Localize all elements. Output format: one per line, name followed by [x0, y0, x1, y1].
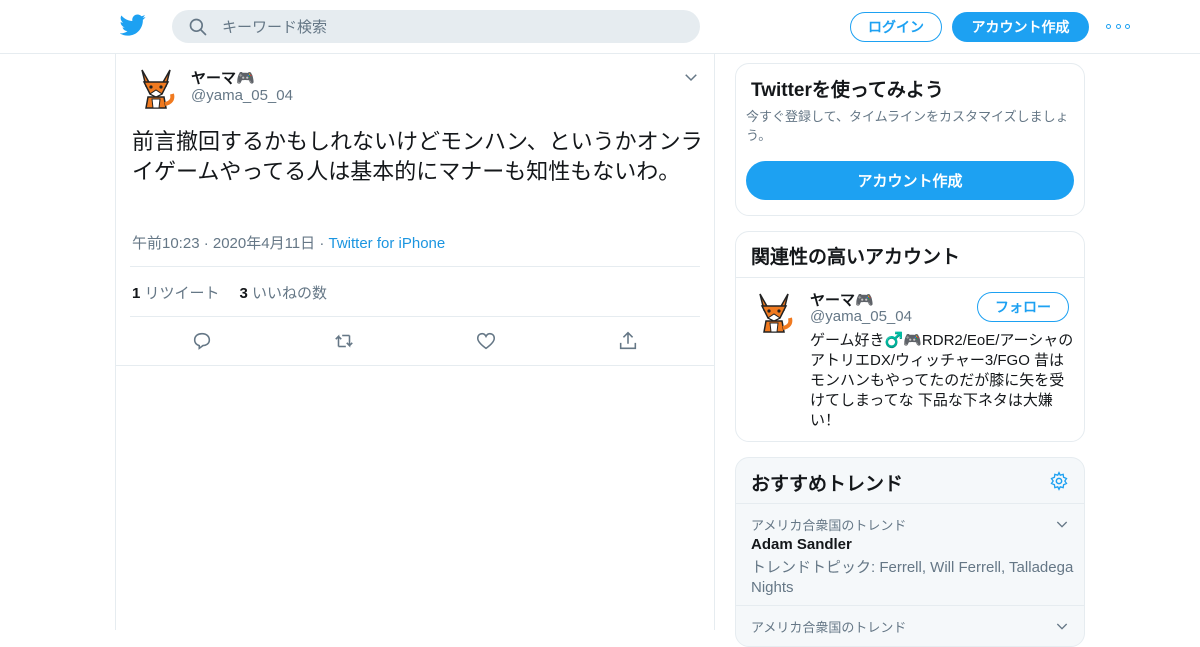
signup-button[interactable]: アカウント作成 [952, 12, 1089, 42]
tweet-meta: 午前10:23 · 2020年4月11日 · Twitter for iPhon… [132, 232, 445, 253]
dot [1115, 23, 1121, 29]
like-stat-label: いいねの数 [252, 285, 328, 302]
top-bar: ログイン アカウント作成 [0, 0, 1200, 54]
retweet-count: 1 [132, 285, 141, 302]
chevron-down-icon[interactable] [1054, 618, 1070, 634]
retweet-stat-label: リツイート [144, 285, 220, 302]
gear-icon[interactable] [1049, 471, 1069, 491]
display-name[interactable]: ヤーマ🎮 [191, 67, 255, 88]
search-input[interactable] [222, 10, 682, 43]
dot [1125, 23, 1130, 29]
trends-card: おすすめトレンド アメリカ合衆国のトレンド Adam Sandler トレンドト… [735, 457, 1085, 647]
signup-card-title: Twitterを使ってみよう [751, 80, 944, 101]
trend-context: アメリカ合衆国のトレンド [751, 519, 907, 534]
tweet-actions [116, 316, 714, 366]
signup-card: Twitterを使ってみよう 今すぐ登録して、タイムラインをカスタマイズしましょ… [735, 63, 1085, 216]
signup-card-description: 今すぐ登録して、タイムラインをカスタマイズしましょう。 [746, 110, 1069, 144]
retweet-icon[interactable] [333, 330, 355, 352]
trends-title: おすすめトレンド [751, 473, 904, 495]
meta-separator: · [315, 235, 329, 252]
more-options-icon[interactable] [1106, 16, 1130, 36]
trend-name[interactable]: Adam Sandler [751, 536, 852, 553]
related-bio: ゲーム好き♂️🎮RDR2/EoE/アーシャのアトリエDX/ウィッチャー3/FGO… [810, 332, 1074, 429]
reply-icon[interactable] [191, 330, 213, 352]
like-icon[interactable] [475, 330, 497, 352]
related-handle[interactable]: @yama_05_04 [810, 308, 912, 325]
retweet-stat[interactable]: 1 リツイート [132, 282, 220, 303]
related-card-title: 関連性の高いアカウント [751, 246, 961, 268]
share-icon[interactable] [617, 330, 639, 352]
search-box[interactable] [172, 10, 700, 43]
like-stat[interactable]: 3 いいねの数 [240, 282, 328, 303]
avatar[interactable] [132, 64, 180, 112]
create-account-button[interactable]: アカウント作成 [746, 161, 1074, 200]
follow-button[interactable]: フォロー [977, 292, 1069, 322]
tweet-column: ヤーマ🎮 @yama_05_04 前言撤回するかもしれないけどモンハン、というか… [115, 54, 715, 630]
dot [1106, 23, 1111, 29]
trend-item[interactable]: アメリカ合衆国のトレンド [736, 605, 1084, 646]
like-count: 3 [239, 285, 248, 302]
fox-avatar-icon [750, 288, 798, 336]
search-icon [189, 18, 207, 36]
divider [130, 266, 700, 267]
source-link[interactable]: Twitter for iPhone [329, 235, 446, 252]
trend-item[interactable]: アメリカ合衆国のトレンド Adam Sandler トレンドトピック: Ferr… [736, 503, 1084, 605]
user-handle[interactable]: @yama_05_04 [191, 87, 293, 104]
related-display-name[interactable]: ヤーマ🎮 [810, 289, 874, 310]
avatar[interactable] [750, 288, 798, 336]
trend-topic: トレンドトピック: Ferrell, Will Ferrell, Tallade… [751, 559, 1074, 596]
divider [736, 277, 1084, 278]
chevron-down-icon[interactable] [682, 68, 700, 86]
related-accounts-card: 関連性の高いアカウント ヤーマ🎮 @yama_05_04 フォロー ゲーム好き♂… [735, 231, 1085, 442]
tweet-stats: 1 リツイート 3 いいねの数 [132, 282, 327, 303]
fox-avatar-icon [132, 64, 180, 112]
tweet-text: 前言撤回するかもしれないけどモンハン、というかオンライゲームやってる人は基本的に… [132, 130, 703, 185]
login-button[interactable]: ログイン [850, 12, 942, 42]
twitter-logo-icon[interactable] [120, 12, 146, 38]
timestamp[interactable]: 午前10:23 · 2020年4月11日 [132, 235, 315, 252]
trend-context: アメリカ合衆国のトレンド [751, 621, 907, 636]
chevron-down-icon[interactable] [1054, 516, 1070, 532]
